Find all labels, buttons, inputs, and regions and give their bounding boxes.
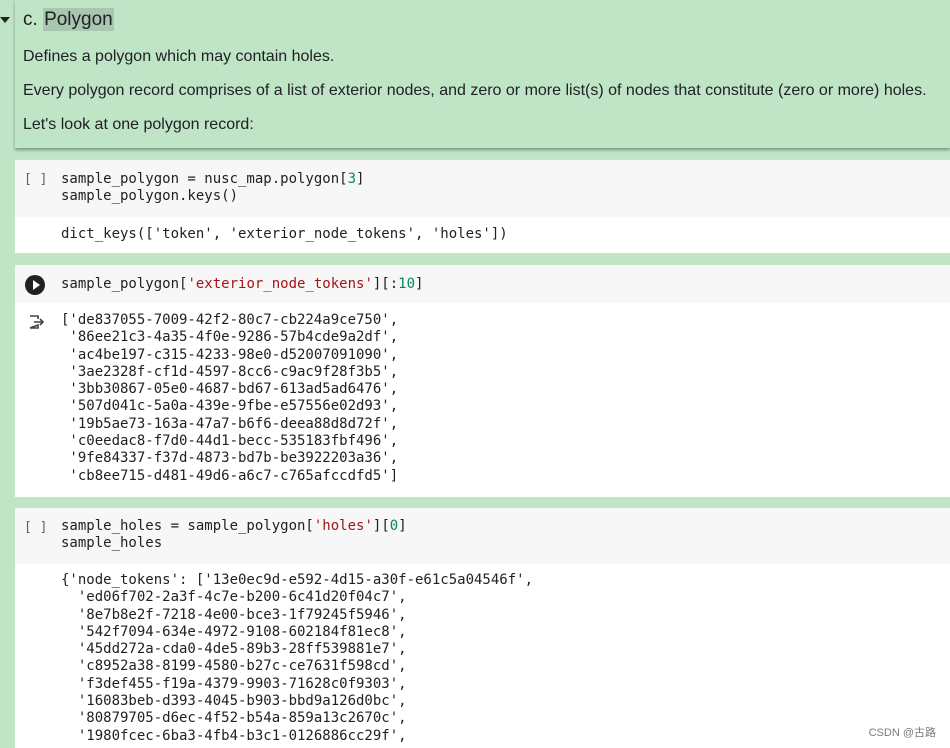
code-number: 0 — [389, 518, 399, 534]
collapse-section-icon[interactable] — [0, 17, 10, 23]
output-line: '16083beb-d393-4045-b903-bbd9a126d0bc', — [61, 693, 407, 710]
output-line: dict_keys(['token', 'exterior_node_token… — [61, 226, 508, 242]
output-line: {'node_tokens': ['13e0ec9d-e592-4d15-a30… — [61, 572, 534, 588]
output-line: '9fe84337-f37d-4873-bd7b-be3922203a36', — [61, 450, 399, 467]
heading-highlight: Polygon — [43, 8, 114, 31]
section-heading: c. Polygon — [23, 8, 114, 31]
output-clear-icon[interactable] — [28, 314, 44, 330]
output-line: '19b5ae73-163a-47a7-b6f6-deea88d8d72f', — [61, 415, 399, 432]
output-line: 'cb8ee715-d481-49d6-a6c7-c765afccdfd5'] — [61, 467, 399, 484]
code-token: ][: — [372, 276, 399, 292]
output-line: '80879705-d6ec-4f52-b54a-859a13c2670c', — [61, 710, 407, 727]
run-cell-placeholder-button[interactable]: [ ] — [24, 172, 47, 187]
code-cell-1-output: dict_keys(['token', 'exterior_node_token… — [15, 217, 950, 253]
code-token: sample_holes = sample_polygon[ — [61, 518, 314, 534]
output-line: '507d041c-5a0a-439e-9fbe-e57556e02d93', — [61, 398, 399, 415]
code-token: sample_polygon = nusc_map.polygon[ — [61, 171, 348, 187]
code-number: 3 — [347, 171, 357, 187]
markdown-paragraph-2: Every polygon record comprises of a list… — [23, 82, 927, 99]
output-line: '8e7b8e2f-7218-4e00-bce3-1f79245f5946', — [61, 606, 407, 623]
output-line: 'ed06f702-2a3f-4c7e-b200-6c41d20f04c7', — [61, 589, 407, 606]
heading-prefix: c. — [23, 9, 44, 30]
output-line: '542f7094-634e-4972-9108-602184f81ec8', — [61, 623, 407, 640]
code-cell-2[interactable]: sample_polygon['exterior_node_tokens'][:… — [15, 265, 950, 497]
markdown-cell[interactable]: c. Polygon Defines a polygon which may c… — [15, 0, 950, 148]
output-line: '3ae2328f-cf1d-4597-8cc6-c9ac9f28f3b5', — [61, 363, 399, 380]
output-line: 'c0eedac8-f7d0-44d1-becc-535183fbf496', — [61, 433, 399, 450]
output-block: {'node_tokens': ['13e0ec9d-e592-4d15-a30… — [61, 572, 533, 745]
code-editor[interactable]: sample_polygon = nusc_map.polygon[3] sam… — [61, 171, 364, 206]
code-cell-3-output: {'node_tokens': ['13e0ec9d-e592-4d15-a30… — [15, 564, 950, 748]
code-token: sample_polygon[ — [61, 276, 188, 292]
output-line: 'c8952a38-8199-4580-b27c-ce7631f598cd', — [61, 658, 407, 675]
code-cell-1-input[interactable]: [ ] sample_polygon = nusc_map.polygon[3]… — [15, 160, 950, 217]
code-token: sample_polygon.keys() — [61, 188, 239, 205]
watermark-text: CSDN @古路 — [868, 727, 936, 739]
code-cell-2-input[interactable]: sample_polygon['exterior_node_tokens'][:… — [15, 265, 950, 303]
code-token: ] — [415, 276, 424, 292]
code-string: 'exterior_node_tokens' — [187, 276, 373, 292]
code-cell-3[interactable]: [ ] sample_holes = sample_polygon['holes… — [15, 508, 950, 748]
code-token: ][ — [372, 518, 390, 534]
code-editor[interactable]: sample_polygon['exterior_node_tokens'][:… — [61, 276, 423, 293]
output-line: 'ac4be197-c315-4233-98e0-d52007091090', — [61, 346, 399, 363]
code-token: ] — [398, 518, 407, 534]
output-line: ['de837055-7009-42f2-80c7-cb224a9ce750', — [61, 312, 399, 328]
output-line: '3bb30867-05e0-4687-bd67-613ad5ad6476', — [61, 381, 399, 398]
code-string: 'holes' — [313, 518, 373, 534]
run-cell-icon[interactable] — [25, 275, 45, 295]
output-line: '86ee21c3-4a35-4f0e-9286-57b4cde9a2df', — [61, 329, 399, 346]
output-block: ['de837055-7009-42f2-80c7-cb224a9ce750',… — [61, 312, 398, 485]
code-editor[interactable]: sample_holes = sample_polygon['holes'][0… — [61, 518, 407, 553]
code-cell-2-output: ['de837055-7009-42f2-80c7-cb224a9ce750',… — [15, 303, 950, 497]
markdown-paragraph-3: Let's look at one polygon record: — [23, 116, 254, 133]
code-token: sample_holes — [61, 535, 163, 552]
output-line: 'f3def455-f19a-4379-9903-71628c0f9303', — [61, 675, 407, 692]
output-line: '45dd272a-cda0-4de5-89b3-28ff539881e7', — [61, 641, 407, 658]
markdown-paragraph-1: Defines a polygon which may contain hole… — [23, 48, 335, 65]
code-number: 10 — [398, 276, 416, 292]
run-cell-placeholder-button[interactable]: [ ] — [24, 520, 47, 535]
code-token: ] — [356, 171, 365, 187]
output-line: '1980fcec-6ba3-4fb4-b3c1-0126886cc29f', — [61, 727, 407, 744]
code-cell-1[interactable]: [ ] sample_polygon = nusc_map.polygon[3]… — [15, 160, 950, 253]
code-cell-3-input[interactable]: [ ] sample_holes = sample_polygon['holes… — [15, 508, 950, 564]
